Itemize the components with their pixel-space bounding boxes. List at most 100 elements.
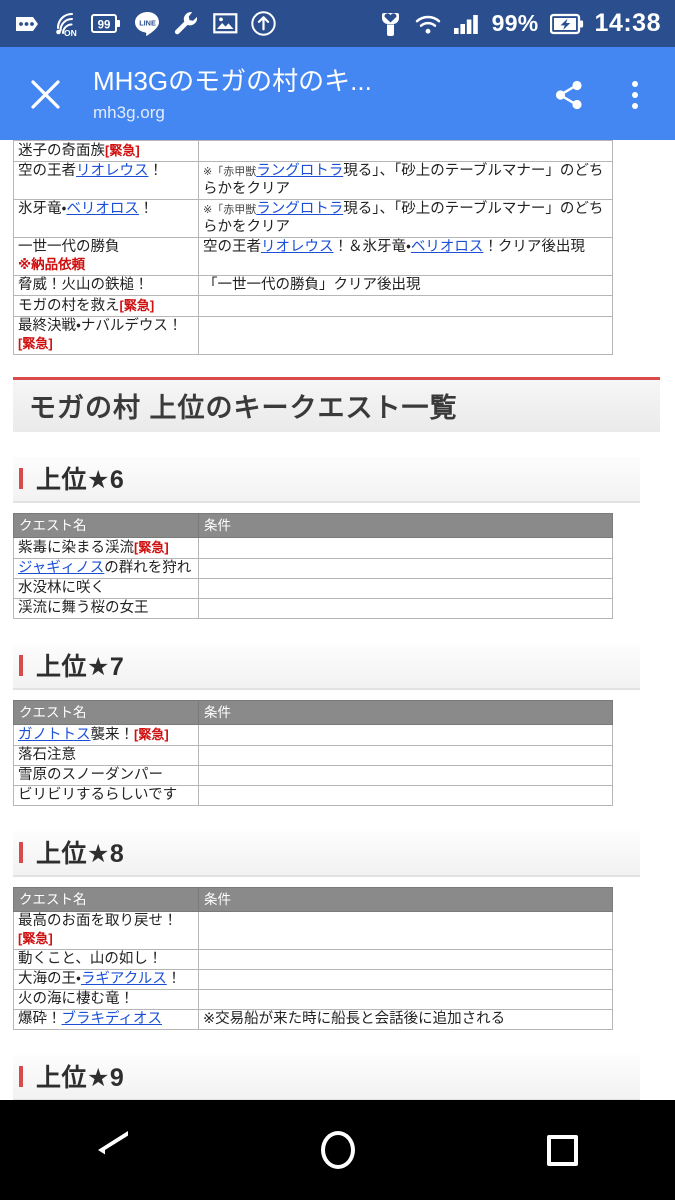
quest-name-text: 最終決戦・ナバルデウス！: [18, 318, 183, 334]
table-body: 最高のお面を取り戻せ！[緊急] 動くこと、山の如し！ 大海の王・ラギアクルス！ …: [13, 911, 613, 1030]
table-lower-quests: 迷子の奇面族[緊急] 空の王者リオレウス！ ※「赤甲獣ラングロトラ現る」、「砂上…: [13, 140, 613, 355]
quest-name-text: 最高のお面を取り戻せ！: [18, 913, 178, 929]
quest-name-cell: ガノトトス襲来！[緊急]: [13, 724, 199, 746]
col-header-quest-name: クエスト名: [13, 513, 199, 538]
cond-suffix: ！クリア後出現: [483, 239, 585, 255]
table-row: 水没林に咲く: [13, 578, 613, 599]
table-body: 迷子の奇面族[緊急] 空の王者リオレウス！ ※「赤甲獣ラングロトラ現る」、「砂上…: [13, 140, 613, 355]
table-row: 氷牙竜・ベリオロス！ ※「赤甲獣ラングロトラ現る」、「砂上のテーブルマナー」のど…: [13, 199, 613, 238]
quest-cond-cell: [198, 558, 613, 579]
table-row: 動くこと、山の如し！: [13, 949, 613, 970]
nav-back-button[interactable]: [58, 1100, 168, 1200]
page-title: MH3Gのモガの村のキ...: [93, 66, 372, 96]
table-row: ジャギィノスの群れを狩れ: [13, 558, 613, 579]
section-heading-star9: 上位★9: [13, 1055, 640, 1100]
svg-text:99: 99: [98, 19, 111, 31]
back-triangle-icon: [97, 1131, 129, 1182]
cond-prefix: ※「赤甲獣: [203, 166, 257, 178]
quest-cond-cell: [198, 989, 613, 1010]
browser-toolbar: MH3Gのモガの村のキ... mh3g.org: [0, 47, 675, 140]
toolbar-titles: MH3Gのモガの村のキ... mh3g.org: [93, 63, 463, 126]
table-row: ガノトトス襲来！[緊急]: [13, 724, 613, 746]
quest-name-text: 空の王者: [18, 163, 76, 179]
quest-name-cell: 迷子の奇面族[緊急]: [13, 140, 199, 162]
quest-cond-cell: [198, 911, 613, 950]
line-app-icon: LINE: [134, 11, 161, 36]
nav-home-button[interactable]: [283, 1100, 393, 1200]
quest-name-text: 紫毒に染まる渓流: [18, 540, 134, 556]
monster-link[interactable]: ブラキディオス: [62, 1011, 162, 1027]
quest-cond-cell: [198, 969, 613, 990]
quest-name-cell: 最終決戦・ナバルデウス！ [緊急]: [13, 316, 199, 355]
quest-name-cell: 爆砕！ブラキディオス: [13, 1009, 199, 1030]
quest-name-cell: 動くこと、山の如し！: [13, 949, 199, 970]
quest-name-cell: 雪原のスノーダンパー: [13, 765, 199, 786]
monster-link[interactable]: ベリオロス: [66, 201, 139, 217]
main-heading: モガの村 上位のキークエスト一覧: [13, 377, 660, 432]
close-icon[interactable]: [22, 71, 68, 117]
section-heading-label: 上位★6: [36, 466, 125, 494]
col-header-condition: 条件: [198, 887, 613, 912]
quest-name-suffix: 襲来！: [90, 727, 135, 743]
monster-link[interactable]: ラギアクルス: [81, 971, 167, 987]
table-header-row: クエスト名 条件: [13, 513, 613, 538]
quest-name-cell: 落石注意: [13, 745, 199, 766]
heading-accent-bar: [19, 1065, 23, 1087]
table-row: 脅威！火山の鉄槌！ 「一世一代の勝負」クリア後出現: [13, 275, 613, 296]
monster-link[interactable]: ジャギィノス: [18, 560, 104, 576]
wifi-icon: [414, 13, 442, 35]
quest-name-cell: ジャギィノスの群れを狩れ: [13, 558, 199, 579]
section-heading-label: 上位★9: [36, 1064, 125, 1092]
table-row: 雪原のスノーダンパー: [13, 765, 613, 786]
quest-name-cell: 一世一代の勝負 ※納品依頼: [13, 237, 199, 276]
quest-cond-cell: ※「赤甲獣ラングロトラ現る」、「砂上のテーブルマナー」のどちらかをクリア: [198, 161, 613, 200]
table-head: クエスト名 条件: [13, 700, 613, 725]
share-icon[interactable]: [547, 73, 591, 117]
quest-cond-cell: 「一世一代の勝負」クリア後出現: [198, 275, 613, 296]
nav-recents-button[interactable]: [508, 1100, 618, 1200]
heading-accent-bar: [19, 654, 23, 676]
quest-cond-cell: 空の王者リオレウス！＆氷牙竜・ベリオロス！クリア後出現: [198, 237, 613, 276]
quest-name-cell: 渓流に舞う桜の女王: [13, 598, 199, 619]
table-row: 大海の王・ラギアクルス！: [13, 969, 613, 990]
monster-link[interactable]: ラングロトラ: [256, 163, 343, 179]
table-head: クエスト名 条件: [13, 513, 613, 538]
quest-name-text: モガの村を救え: [18, 298, 120, 314]
section-heading-label: 上位★7: [36, 653, 125, 681]
table-body: ガノトトス襲来！[緊急] 落石注意 雪原のスノーダンパー ビリビリするらしいです: [13, 724, 613, 806]
col-header-condition: 条件: [198, 513, 613, 538]
table-header-row: クエスト名 条件: [13, 700, 613, 725]
monster-link[interactable]: ラングロトラ: [256, 201, 343, 217]
cond-middle: ！＆氷牙竜・: [333, 239, 411, 255]
table-row: ビリビリするらしいです: [13, 785, 613, 806]
webpage-content: 迷子の奇面族[緊急] 空の王者リオレウス！ ※「赤甲獣ラングロトラ現る」、「砂上…: [0, 140, 675, 1100]
monster-link[interactable]: リオレウス: [261, 239, 334, 255]
svg-text:LINE: LINE: [139, 18, 156, 27]
battery-percent-label: 99%: [491, 10, 539, 36]
monster-link[interactable]: リオレウス: [76, 163, 149, 179]
urgent-badge: [緊急]: [105, 143, 140, 158]
quest-name-suffix: ！: [148, 163, 164, 179]
quest-name-cell: ビリビリするらしいです: [13, 785, 199, 806]
nfc-on-icon: ON: [53, 11, 78, 37]
urgent-badge: [緊急]: [18, 336, 53, 351]
quest-name-suffix: ！: [166, 971, 182, 987]
col-header-quest-name: クエスト名: [13, 887, 199, 912]
wrench-icon: [174, 11, 200, 36]
monster-link[interactable]: ベリオロス: [411, 239, 484, 255]
quest-cond-cell: [198, 724, 613, 746]
overflow-menu-icon[interactable]: [615, 73, 655, 117]
quest-name-text: 大海の王・: [18, 971, 81, 987]
heart-health-icon: [378, 10, 403, 37]
quest-cond-cell: [198, 765, 613, 786]
signal-bars-icon: [453, 13, 481, 35]
table-row: 空の王者リオレウス！ ※「赤甲獣ラングロトラ現る」、「砂上のテーブルマナー」のど…: [13, 161, 613, 200]
table-row: 最高のお面を取り戻せ！ [緊急]: [13, 911, 613, 950]
monster-link[interactable]: ガノトトス: [18, 727, 91, 743]
table-row: 迷子の奇面族[緊急]: [13, 140, 613, 162]
heading-accent-bar: [19, 841, 23, 863]
quest-cond-cell: [198, 537, 613, 559]
quest-cond-cell: [198, 745, 613, 766]
table-row: 渓流に舞う桜の女王: [13, 598, 613, 619]
status-clock: 14:38: [594, 9, 661, 37]
